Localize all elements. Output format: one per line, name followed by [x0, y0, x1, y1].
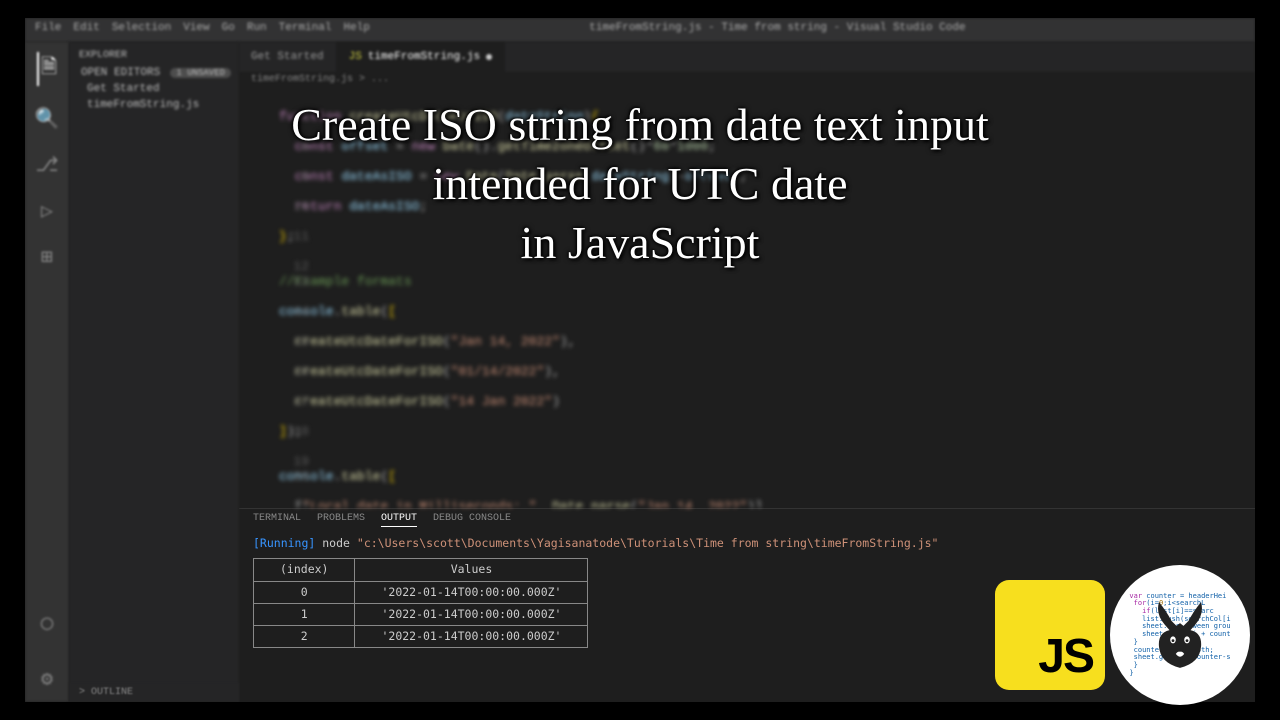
table-header: (index) [254, 559, 355, 581]
panel-tab-terminal[interactable]: TERMINAL [253, 513, 301, 527]
table-row: 1 '2022-01-14T00:00:00.000Z' [254, 603, 588, 625]
command: node [322, 536, 350, 550]
menu-item[interactable]: Edit [73, 22, 99, 38]
tab-timefromstring[interactable]: JS timeFromString.js [337, 42, 505, 72]
tab-label: Get Started [251, 51, 324, 63]
menu-item[interactable]: Go [222, 22, 235, 38]
table-header: Values [355, 559, 588, 581]
script-path: "c:\Users\scott\Documents\Yagisanatode\T… [357, 536, 939, 550]
panel-tabs: TERMINAL PROBLEMS OUTPUT DEBUG CONSOLE [239, 509, 1255, 529]
js-badge-text: JS [1038, 629, 1093, 684]
sidebar-item[interactable]: Get Started [69, 81, 239, 97]
explorer-icon[interactable]: 🗎 [37, 52, 57, 86]
menubar: File Edit Selection View Go Run Terminal… [25, 18, 380, 42]
channel-logo: var counter = headerHei for(i=0;i<search… [1110, 565, 1250, 705]
javascript-logo: JS [995, 580, 1105, 690]
running-label: [Running] [253, 536, 315, 550]
menu-item[interactable]: View [183, 22, 209, 38]
tab-label: timeFromString.js [368, 51, 480, 63]
panel-tab-problems[interactable]: PROBLEMS [317, 513, 365, 527]
output-table: (index) Values 0 '2022-01-14T00:00:00.00… [253, 558, 588, 648]
menu-item[interactable]: Selection [112, 22, 171, 38]
video-title-overlay: Create ISO string from date text input i… [0, 96, 1280, 273]
table-row: 2 '2022-01-14T00:00:00.000Z' [254, 626, 588, 648]
titlebar: File Edit Selection View Go Run Terminal… [25, 18, 1255, 42]
table-row: 0 '2022-01-14T00:00:00.000Z' [254, 581, 588, 603]
unsaved-badge: 1 UNSAVED [170, 68, 231, 78]
breadcrumbs[interactable]: timeFromString.js > ... [239, 72, 1255, 90]
window-title: timeFromString.js - Time from string - V… [380, 18, 1175, 42]
explorer-header: EXPLORER [69, 46, 239, 65]
editor-tabs: Get Started JS timeFromString.js [239, 42, 1255, 72]
tab-get-started[interactable]: Get Started [239, 42, 337, 72]
menu-item[interactable]: Terminal [279, 22, 332, 38]
menu-item[interactable]: File [35, 22, 61, 38]
panel-tab-output[interactable]: OUTPUT [381, 513, 417, 527]
open-editors-label[interactable]: OPEN EDITORS [81, 67, 160, 79]
title-line2: intended for UTC date [0, 155, 1280, 214]
title-line3: in JavaScript [0, 214, 1280, 273]
account-icon[interactable]: ◯ [41, 610, 53, 636]
menu-item[interactable]: Help [343, 22, 369, 38]
outline-section[interactable]: > OUTLINE [69, 683, 239, 702]
goat-icon [1145, 596, 1215, 674]
modified-indicator-icon [486, 54, 492, 60]
panel-tab-debug-console[interactable]: DEBUG CONSOLE [433, 513, 511, 527]
title-line1: Create ISO string from date text input [0, 96, 1280, 155]
settings-gear-icon[interactable]: ⚙ [41, 666, 53, 692]
menu-item[interactable]: Run [247, 22, 267, 38]
